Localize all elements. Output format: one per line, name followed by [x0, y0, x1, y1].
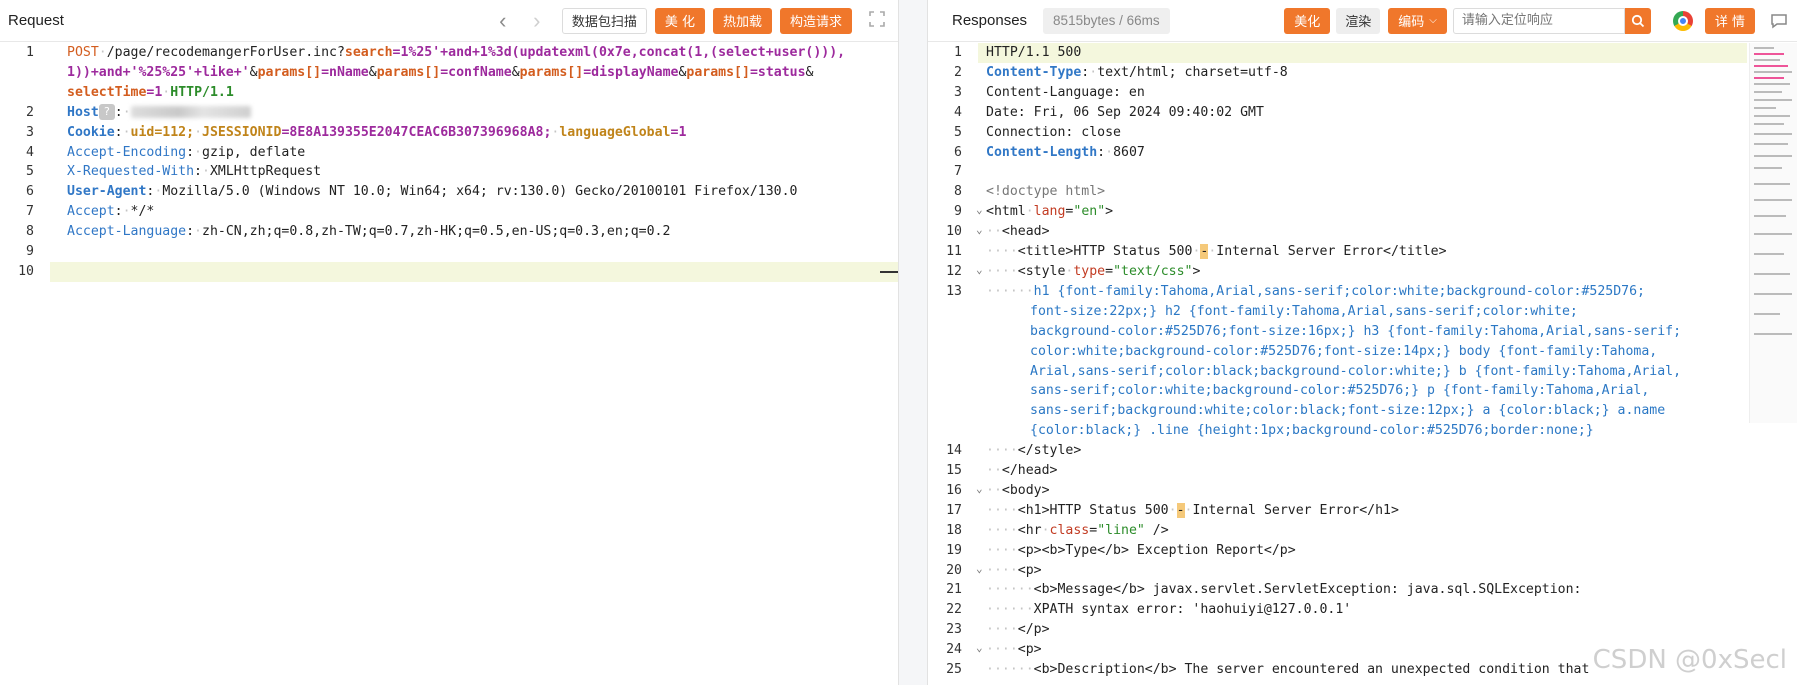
request-line-3: 3 Cookie:·uid=112;·JSESSIONID=8E8A139355… — [26, 124, 687, 140]
response-line-23: 23 ····</p> — [946, 622, 1050, 638]
construct-request-button[interactable]: 构造请求 — [779, 7, 852, 34]
response-line-14: 14 ····</style> — [946, 443, 1082, 459]
request-line-5: 5 X-Requested-With:·XMLHttpRequest — [26, 164, 322, 180]
response-line-19: 19 ····<p><b>Type</b> Exception Report</p… — [946, 542, 1296, 558]
expand-icon[interactable] — [868, 10, 890, 32]
watermark-text: CSDN @0xSecl — [1592, 645, 1787, 675]
request-line-8: 8 Accept-Language:·zh-CN,zh;q=0.8,zh-TW;… — [26, 224, 671, 240]
response-line-13-wrap1: font-size:22px;} h2 {font-family:Tahoma,… — [1030, 303, 1578, 319]
response-line-20: 20 ⌄ ····<p> — [946, 561, 1042, 578]
fold-chevron-icon: ⌄ — [976, 262, 983, 276]
response-pane: Responses 8515bytes / 66ms 美化 渲染 编码⌵ 详 情… — [927, 0, 1797, 685]
response-line-13-wrap7: {color:black;} .line {height:1px;backgro… — [1030, 423, 1594, 439]
render-button[interactable]: 渲染 — [1336, 7, 1381, 34]
response-line-7: 7 — [954, 164, 962, 180]
hot-reload-button[interactable]: 热加载 — [712, 7, 772, 34]
response-line-8: 8 <!doctype html> — [954, 184, 1106, 200]
response-line-13-wrap6: sans-serif;background:white;color:black;… — [1030, 403, 1666, 419]
response-line-13: 13 ······h1 {font-family:Tahoma,Arial,san… — [946, 283, 1645, 299]
request-line-1-wrap2: selectTime=1·HTTP/1.1 — [67, 84, 234, 100]
forward-arrow-icon[interactable]: › — [525, 9, 549, 33]
request-beautify-button[interactable]: 美 化 — [654, 7, 705, 34]
back-arrow-icon[interactable]: ‹ — [491, 9, 515, 33]
request-line-6: 6 User-Agent:·Mozilla/5.0 (Windows NT 10… — [26, 184, 798, 200]
comment-icon[interactable] — [1769, 11, 1789, 31]
scroll-position-marker — [880, 271, 898, 273]
response-line-13-wrap4: Arial,sans-serif;color:black;background-… — [1030, 363, 1682, 379]
response-line-13-wrap2: background-color:#525D76;font-size:16px;… — [1030, 323, 1682, 339]
request-toolbar: Request ‹ › 数据包扫描 美 化 热加载 构造请求 — [0, 0, 898, 42]
encode-dropdown[interactable]: 编码 ⌵ — [1388, 7, 1447, 34]
request-line-1-wrap: 1))+and+'%25%25'+like+'&params[]=nName&p… — [67, 64, 814, 80]
details-button[interactable]: 详 情 — [1704, 7, 1755, 34]
response-beautify-button[interactable]: 美化 — [1284, 7, 1331, 34]
response-line-11: 11 ····<title>HTTP Status 500·-·Internal … — [946, 244, 1447, 260]
fold-chevron-icon: ⌄ — [976, 223, 983, 237]
response-search-input[interactable] — [1452, 7, 1625, 34]
packet-scan-button[interactable]: 数据包扫描 — [561, 7, 647, 34]
fold-chevron-icon: ⌄ — [976, 481, 983, 495]
response-line-6: 6 Content-Length:·8607 — [954, 144, 1145, 160]
response-line-21: 21 ······<b>Message</b> javax.servlet.Ser… — [946, 582, 1582, 598]
response-line-3: 3 Content-Language: en — [954, 84, 1145, 100]
response-line-18: 18 ····<hr·class="line" /> — [946, 522, 1169, 538]
response-viewer[interactable]: 1 HTTP/1.1 500 2 Content-Type:·text/html; … — [928, 43, 1747, 685]
request-line-10[interactable]: 10 — [0, 261, 898, 282]
request-title: Request — [8, 12, 64, 29]
request-line-2: 2 Host?:· — [0, 103, 898, 123]
request-editor[interactable]: 1 POST·/page/recodemangerForUser.inc?sea… — [0, 43, 898, 685]
chevron-down-icon: ⌵ — [1429, 15, 1437, 26]
response-title: Responses — [952, 12, 1028, 29]
search-icon[interactable] — [1624, 7, 1651, 34]
request-line-1: 1 POST·/page/recodemangerForUser.inc?sea… — [26, 45, 846, 60]
fold-chevron-icon: ⌄ — [976, 641, 983, 655]
response-line-15: 15 ··</head> — [946, 463, 1058, 479]
pane-divider[interactable] — [899, 0, 927, 685]
response-minimap[interactable] — [1749, 43, 1797, 423]
request-line-4: 4 Accept-Encoding:·gzip, deflate — [26, 144, 306, 160]
response-line-12: 12 ⌄ ····<style·type="text/css"> — [946, 262, 1201, 279]
response-line-2: 2 Content-Type:·text/html; charset=utf-8 — [954, 64, 1288, 80]
host-hint-icon: ? — [98, 103, 115, 120]
response-size-badge: 8515bytes / 66ms — [1043, 7, 1170, 34]
response-line-1: 1 HTTP/1.1 500 — [928, 43, 1747, 63]
fold-chevron-icon: ⌄ — [976, 561, 983, 575]
redacted-host — [130, 105, 251, 118]
response-line-5: 5 Connection: close — [954, 124, 1121, 140]
response-line-13-wrap3: color:white;background-color:#525D76;fon… — [1030, 343, 1658, 359]
request-line-7: 7 Accept:·*/* — [26, 204, 155, 220]
response-line-16: 16 ⌄ ··<body> — [946, 481, 1050, 498]
response-line-9: 9 ⌄ <html·lang="en"> — [954, 203, 1114, 220]
response-line-13-wrap5: sans-serif;color:white;background-color:… — [1030, 383, 1650, 399]
request-line-9: 9 — [26, 244, 34, 260]
fold-chevron-icon: ⌄ — [976, 203, 983, 217]
response-line-10: 10 ⌄ ··<head> — [946, 223, 1050, 240]
response-line-22: 22 ······XPATH syntax error: 'haohuiyi@12… — [946, 602, 1352, 618]
request-pane: Request ‹ › 数据包扫描 美 化 热加载 构造请求 1 POST·/p… — [0, 0, 899, 685]
response-line-17: 17 ····<h1>HTTP Status 500·-·Internal Ser… — [946, 502, 1399, 518]
response-line-4: 4 Date: Fri, 06 Sep 2024 09:40:02 GMT — [954, 104, 1264, 120]
response-toolbar: Responses 8515bytes / 66ms 美化 渲染 编码⌵ 详 情 — [928, 0, 1797, 42]
chrome-browser-icon[interactable] — [1672, 10, 1693, 31]
app-root: Request ‹ › 数据包扫描 美 化 热加载 构造请求 1 POST·/p… — [0, 0, 1797, 685]
